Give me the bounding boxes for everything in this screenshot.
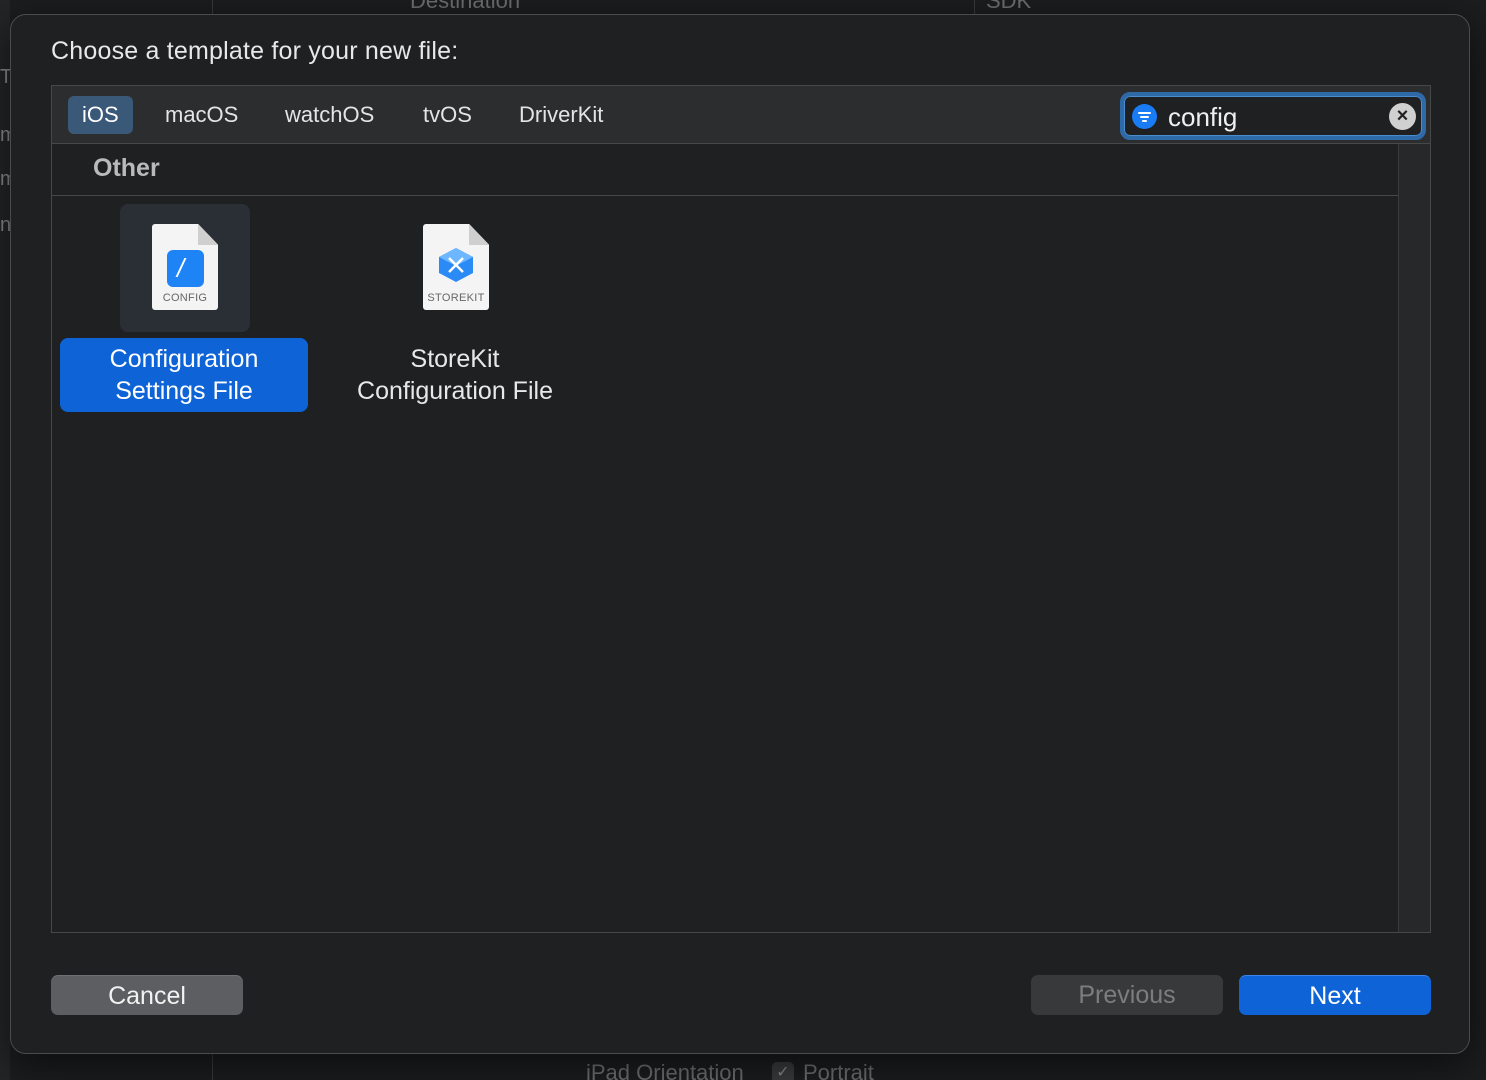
background-setting-label: Portrait [803,1060,874,1080]
tab-watchos[interactable]: watchOS [271,96,388,134]
background-column-header: SDK [986,0,1032,13]
hammer-icon: / [167,250,204,287]
search-input[interactable]: config [1168,102,1237,133]
background-checkbox: ✓ [772,1062,794,1080]
background-column-header: Destination [410,0,521,13]
tab-macos[interactable]: macOS [151,96,252,134]
scrollbar[interactable] [1398,144,1430,932]
template-label: Configuration Settings File [60,338,308,412]
icon-caption: CONFIG [162,292,208,304]
template-label-line: Settings File [115,377,253,405]
sheet-title: Choose a template for your new file: [51,37,459,65]
cancel-button[interactable]: Cancel [51,975,243,1015]
tab-ios[interactable]: iOS [68,96,133,134]
next-button[interactable]: Next [1239,975,1431,1015]
background-column-divider [212,1052,213,1080]
template-label-line: Configuration File [357,377,553,405]
config-file-icon: / CONFIG [120,204,250,332]
template-label-line: StoreKit [410,345,500,373]
previous-button[interactable]: Previous [1031,975,1223,1015]
icon-caption: STOREKIT [427,292,485,304]
background-setting-label: iPad Orientation [586,1060,744,1080]
storekit-file-icon: STOREKIT [391,204,521,332]
filter-icon[interactable] [1132,104,1157,129]
template-label: StoreKit Configuration File [331,338,579,412]
section-title: Other [93,154,160,182]
background-column-divider [974,0,975,14]
platform-tab-bar: iOS macOS watchOS tvOS DriverKit config … [52,86,1430,144]
clear-icon[interactable]: × [1389,103,1416,130]
section-header: Other [52,144,1398,196]
tab-driverkit[interactable]: DriverKit [505,96,617,134]
storekit-icon [439,248,473,282]
tab-tvos[interactable]: tvOS [409,96,486,134]
search-field[interactable]: config × [1120,92,1426,140]
background-sidebar-strip [0,0,10,1080]
background-column-divider [212,0,213,14]
template-label-line: Configuration [109,345,259,373]
new-file-sheet: Choose a template for your new file: iOS… [10,14,1470,1054]
template-browser: iOS macOS watchOS tvOS DriverKit config … [51,85,1431,933]
